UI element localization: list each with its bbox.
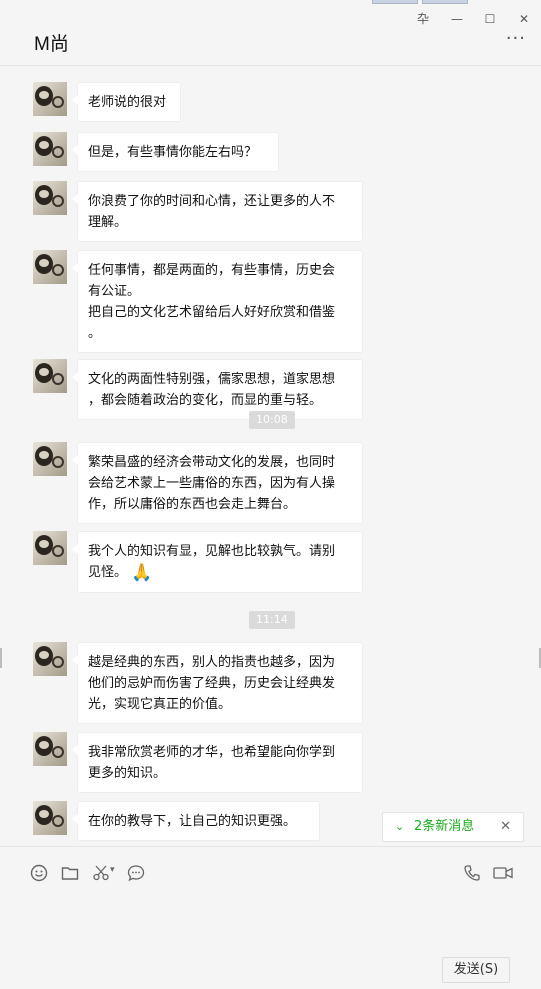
input-area[interactable]: ▾ 发送(S) [0,846,541,989]
dropdown-caret-icon: ▾ [110,865,115,875]
minimize-button[interactable]: — [446,10,468,28]
message-line: 理解。 [88,215,128,230]
message-bubble[interactable]: 但是，有些事情你能左右吗？ [72,132,279,172]
avatar[interactable] [33,359,67,393]
message-line: 越是经典的东西，别人的指责也越多，因为 [88,655,336,670]
message-list[interactable]: 老师说的很对 但是，有些事情你能左右吗？ 你浪费了你的时间和心情，还让更多的人不… [0,66,541,846]
close-icon: ✕ [518,12,530,26]
close-new-messages-icon[interactable]: ✕ [500,813,511,841]
message-line: 更多的知识。 [88,766,167,781]
new-messages-button[interactable]: ⌄ 2条新消息 ✕ [382,812,524,842]
message-line: 作，所以庸俗的东西也会走上舞台。 [88,497,297,512]
message-line: 会给艺术蒙上一些庸俗的东西，因为有人操 [88,476,336,491]
video-icon[interactable] [492,863,514,883]
message-line: 我个人的知识有显，见解也比较孰气。请别 [88,544,336,559]
pin-icon: 卆 [416,12,429,26]
timestamp: 10:08 [249,411,295,429]
close-button[interactable]: ✕ [513,10,535,28]
message-line: 但是，有些事情你能左右吗？ [88,145,258,160]
message-line: 有公证。 [88,284,141,299]
chat-bubble-icon[interactable] [126,863,146,883]
message-line: 文化的两面性特别强，儒家思想，道家思想 [88,372,336,387]
message-line: 繁荣昌盛的经济会带动文化的发展，也同时 [88,455,336,470]
emoji-icon[interactable] [29,863,49,883]
message-bubble[interactable]: 文化的两面性特别强，儒家思想，道家思想 ，都会随着政治的变化，而显的重与轻。 [72,359,363,420]
maximize-button[interactable]: ☐ [479,10,501,28]
avatar[interactable] [33,531,67,565]
message-line: 我非常欣赏老师的才华，也希望能向你学到 [88,745,336,760]
message-bubble[interactable]: 我个人的知识有显，见解也比较孰气。请别 见怪。 🙏 [72,531,363,593]
send-button[interactable]: 发送(S) [442,957,510,983]
message-bubble[interactable]: 我非常欣赏老师的才华，也希望能向你学到 更多的知识。 [72,732,363,793]
avatar[interactable] [33,442,67,476]
message-bubble[interactable]: 越是经典的东西，别人的指责也越多，因为 他们的忌妒而伤害了经典，历史会让经典发 … [72,642,363,724]
avatar[interactable] [33,181,67,215]
strip-segment [372,0,418,4]
message-bubble[interactable]: 老师说的很对 [72,82,181,122]
more-options-button[interactable]: ··· [506,30,526,48]
avatar[interactable] [33,642,67,676]
message-line: 见怪。 [88,565,128,580]
praying-hands-emoji: 🙏 [131,563,153,583]
message-bubble[interactable]: 你浪费了你的时间和心情，还让更多的人不 理解。 [72,181,363,242]
avatar[interactable] [33,801,67,835]
chevron-down-icon: ⌄ [395,820,405,833]
message-line: 他们的忌妒而伤害了经典，历史会让经典发 [88,676,336,691]
avatar[interactable] [33,132,67,166]
minimize-icon: — [451,12,463,26]
avatar[interactable] [33,82,67,116]
maximize-icon: ☐ [484,12,496,26]
scissors-icon[interactable]: ▾ [91,863,119,883]
message-line: 在你的教导下，让自己的知识更强。 [88,814,297,829]
timestamp: 11:14 [249,611,295,629]
message-bubble[interactable]: 繁荣昌盛的经济会带动文化的发展，也同时 会给艺术蒙上一些庸俗的东西，因为有人操 … [72,442,363,524]
left-edge-handle [0,648,2,668]
message-line: 你浪费了你的时间和心情，还让更多的人不 [88,194,336,209]
top-strip [0,0,541,4]
strip-segment [422,0,468,4]
message-line: 任何事情，都是两面的，有些事情，历史会 [88,263,336,278]
message-line: 。 [88,326,102,341]
phone-icon[interactable] [462,863,482,883]
message-line: ，都会随着政治的变化，而显的重与轻。 [88,393,323,408]
folder-icon[interactable] [60,863,80,883]
chat-title: M尚 [34,34,69,55]
message-line: 把自己的文化艺术留给后人好好欣赏和借鉴 [88,305,336,320]
message-line: 老师说的很对 [88,95,167,110]
new-messages-label: 2条新消息 [414,819,475,834]
message-bubble[interactable]: 任何事情，都是两面的，有些事情，历史会 有公证。 把自己的文化艺术留给后人好好欣… [72,250,363,353]
avatar[interactable] [33,250,67,284]
pin-button[interactable]: 卆 [412,10,434,28]
message-bubble[interactable]: 在你的教导下，让自己的知识更强。 [72,801,320,841]
avatar[interactable] [33,732,67,766]
title-bar: 卆 — ☐ ✕ M尚 ··· [0,0,541,66]
message-line: 光，实现它真正的价值。 [88,697,232,712]
